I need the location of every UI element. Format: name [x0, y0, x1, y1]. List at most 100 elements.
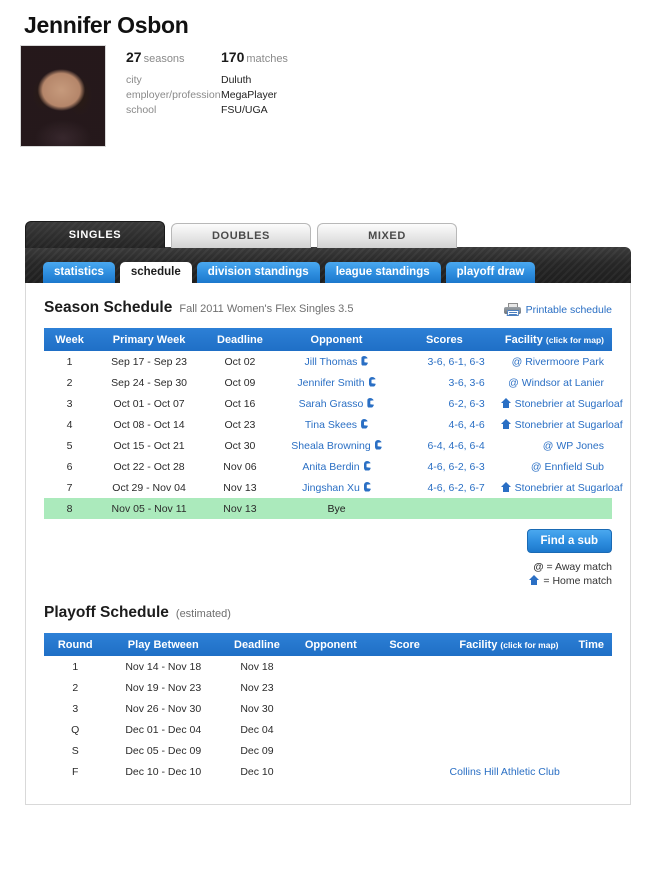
cell-score	[368, 719, 442, 740]
cell-play-between: Nov 14 - Nov 18	[125, 660, 202, 673]
cell-opponent[interactable]: Jennifer Smith	[277, 372, 396, 393]
score-link[interactable]: 4-6, 4-6	[448, 419, 484, 431]
tab-playoff-draw[interactable]: playoff draw	[445, 262, 536, 283]
score-link[interactable]: 4-6, 6-2, 6-3	[427, 461, 484, 473]
cell-scores[interactable]: 4-6, 6-2, 6-7	[396, 477, 493, 498]
cell-facility[interactable]: @ WP Jones	[493, 435, 612, 456]
player-header: Jennifer Osbon 27 seasons 170 matches city…	[0, 0, 654, 147]
cell-facility[interactable]: Stonebrier at Sugarloaf	[493, 477, 623, 498]
cell-facility[interactable]: @ Ennfield Sub	[493, 456, 612, 477]
cell-deadline: Oct 16	[224, 397, 256, 410]
cell-score	[368, 698, 442, 719]
cell-opponent[interactable]: Jill Thomas	[277, 351, 396, 372]
cell-scores[interactable]: 6-2, 6-3	[396, 393, 493, 414]
cell-facility	[442, 677, 567, 698]
opponent-link[interactable]: Sarah Grasso	[299, 398, 364, 410]
col-primary-week: Primary Week	[95, 328, 204, 351]
opponent-link[interactable]: Tina Skees	[305, 419, 357, 431]
cell-scores[interactable]: 3-6, 3-6	[396, 372, 493, 393]
facility-link[interactable]: Collins Hill Athletic Club	[450, 766, 560, 778]
facility-link[interactable]: Stonebrier at Sugarloaf	[500, 481, 623, 494]
facility-link[interactable]: @ WP Jones	[543, 440, 604, 452]
printer-icon	[503, 303, 521, 316]
tab-schedule[interactable]: schedule	[119, 262, 192, 283]
cell-scores[interactable]: 4-6, 4-6	[396, 414, 493, 435]
cell-scores[interactable]: 6-4, 4-6, 6-4	[396, 435, 493, 456]
phone-icon[interactable]	[361, 419, 368, 429]
table-header-row: Week Primary Week Deadline Opponent Scor…	[44, 328, 612, 351]
cell-deadline: Nov 13	[223, 481, 257, 494]
playoff-schedule-subtitle: (estimated)	[175, 608, 231, 620]
detail-value: Duluth	[221, 74, 252, 86]
cell-opponent[interactable]: Tina Skees	[277, 414, 396, 435]
avatar	[20, 45, 106, 147]
cell-opponent[interactable]: Sarah Grasso	[277, 393, 396, 414]
at-icon: @	[542, 439, 557, 452]
cell-week: 2	[66, 376, 73, 389]
cell-facility[interactable]: Stonebrier at Sugarloaf	[493, 414, 623, 435]
phone-icon[interactable]	[361, 356, 368, 366]
tab-singles[interactable]: SINGLES	[25, 221, 165, 248]
tab-mixed[interactable]: MIXED	[317, 223, 457, 248]
tab-statistics[interactable]: statistics	[43, 262, 115, 283]
detail-value: MegaPlayer	[221, 89, 278, 101]
cell-opponent[interactable]: Sheala Browning	[277, 435, 396, 456]
opponent-link[interactable]: Jennifer Smith	[297, 377, 364, 389]
stat-matches: 170 matches	[221, 49, 288, 65]
cell-deadline: Oct 30	[224, 439, 256, 452]
score-link[interactable]: 6-2, 6-3	[448, 398, 484, 410]
cell-deadline: Nov 13	[223, 502, 257, 515]
phone-icon[interactable]	[369, 377, 376, 387]
cell-opponent[interactable]: Anita Berdin	[277, 456, 396, 477]
opponent-link[interactable]: Anita Berdin	[302, 461, 359, 473]
facility-link[interactable]: Stonebrier at Sugarloaf	[500, 397, 623, 410]
tab-league-standings[interactable]: league standings	[324, 262, 441, 283]
cell-primary-week: Oct 29 - Nov 04	[112, 481, 186, 494]
cell-facility[interactable]: @ Windsor at Lanier	[493, 372, 612, 393]
opponent-link[interactable]: Jingshan Xu	[302, 482, 360, 494]
home-icon	[529, 575, 540, 585]
printable-schedule-link[interactable]: Printable schedule	[503, 303, 612, 316]
facility-link[interactable]: @ Ennfield Sub	[531, 461, 604, 473]
table-row: 3 Oct 01 - Oct 07 Oct 16 Sarah Grasso 6-2, 6…	[44, 393, 623, 414]
phone-icon[interactable]	[375, 440, 382, 450]
cell-facility[interactable]: Collins Hill Athletic Club	[442, 761, 567, 782]
cell-scores[interactable]: 3-6, 6-1, 6-3	[396, 351, 493, 372]
phone-icon[interactable]	[367, 398, 374, 408]
score-link[interactable]: 3-6, 6-1, 6-3	[427, 356, 484, 368]
tab-doubles[interactable]: DOUBLES	[171, 223, 311, 248]
cell-play-between: Nov 19 - Nov 23	[125, 681, 202, 694]
find-a-sub-button[interactable]: Find a sub	[526, 529, 612, 553]
facility-link[interactable]: @ Rivermoore Park	[512, 356, 604, 368]
cell-score	[368, 740, 442, 761]
col-facility: Facility (click for map)	[441, 633, 567, 656]
cell-scores	[396, 498, 493, 519]
facility-name: Ennfield Sub	[544, 460, 604, 473]
cell-deadline: Oct 09	[224, 376, 256, 389]
cell-primary-week: Oct 22 - Oct 28	[113, 460, 185, 473]
score-link[interactable]: 3-6, 3-6	[448, 377, 484, 389]
opponent-link[interactable]: Sheala Browning	[291, 440, 370, 452]
cell-deadline: Nov 30	[240, 702, 274, 715]
opponent-link[interactable]: Jill Thomas	[305, 356, 358, 368]
cell-primary-week: Oct 01 - Oct 07	[113, 397, 185, 410]
table-row: Q Dec 01 - Dec 04 Dec 04	[44, 719, 612, 740]
cell-facility[interactable]: @ Rivermoore Park	[493, 351, 612, 372]
score-link[interactable]: 6-4, 4-6, 6-4	[427, 440, 484, 452]
tab-division-standings[interactable]: division standings	[196, 262, 320, 283]
phone-icon[interactable]	[364, 482, 371, 492]
table-row: 1 Sep 17 - Sep 23 Oct 02 Jill Thomas 3-6, 6-…	[44, 351, 612, 372]
facility-link[interactable]: @ Windsor at Lanier	[508, 377, 604, 389]
facility-link[interactable]: Stonebrier at Sugarloaf	[500, 418, 623, 431]
legend-away: @ = Away match	[533, 561, 612, 573]
at-icon: @	[508, 376, 522, 389]
cell-opponent[interactable]: Jingshan Xu	[277, 477, 396, 498]
cell-facility[interactable]: Stonebrier at Sugarloaf	[493, 393, 623, 414]
phone-icon[interactable]	[364, 461, 371, 471]
cell-scores[interactable]: 4-6, 6-2, 6-3	[396, 456, 493, 477]
table-row: 8 Nov 05 - Nov 11 Nov 13 Bye	[44, 498, 612, 519]
bye-label: Bye	[327, 502, 346, 515]
cell-facility	[442, 656, 567, 677]
stat-matches-label: matches	[246, 53, 288, 65]
score-link[interactable]: 4-6, 6-2, 6-7	[427, 482, 484, 494]
